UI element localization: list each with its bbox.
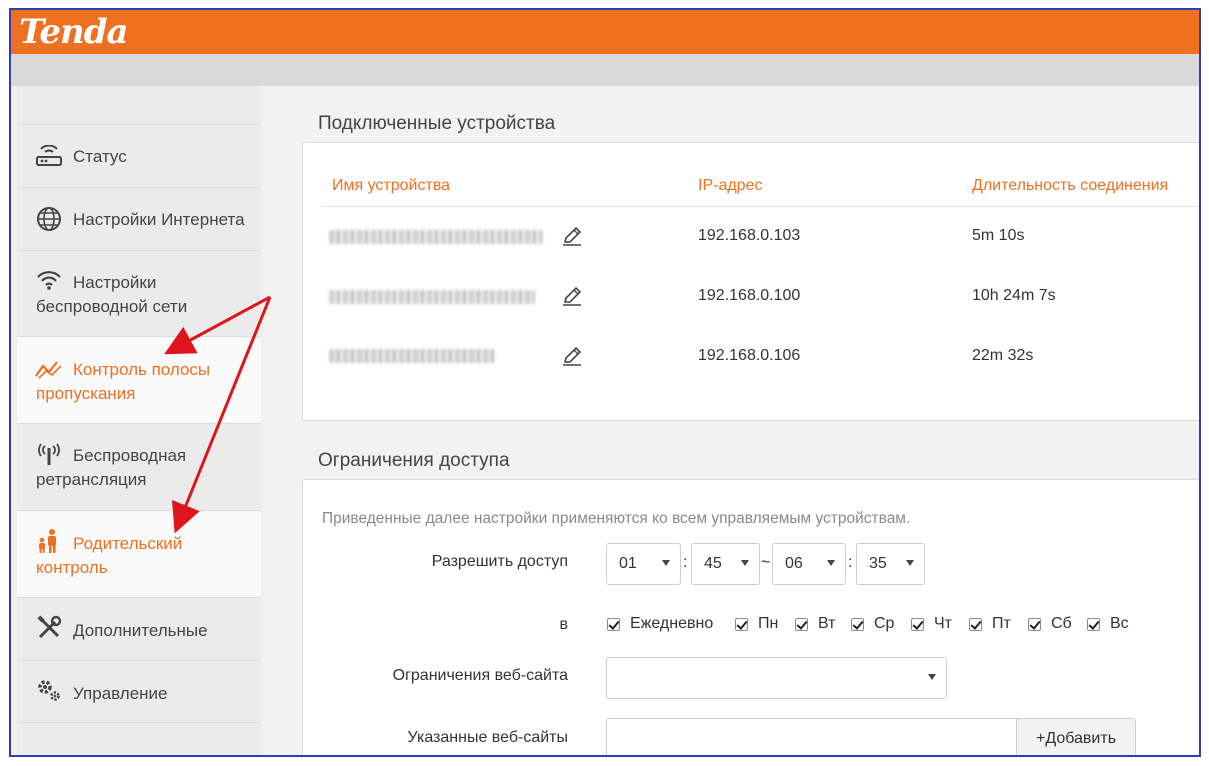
chevron-down-icon — [928, 674, 936, 680]
settings-note: Приведенные далее настройки применяются … — [322, 510, 911, 527]
checkbox-checked — [851, 617, 864, 631]
checkbox-checked — [969, 617, 982, 631]
checkbox-mon[interactable]: Пн — [735, 615, 778, 633]
end-hour-select[interactable]: 06 — [772, 543, 846, 585]
sidebar-item-label: Дополнительные — [73, 621, 208, 640]
checkbox-daily[interactable]: Ежедневно — [607, 615, 713, 633]
connected-devices-title: Подключенные устройства — [318, 113, 556, 134]
checkbox-checked — [795, 617, 808, 631]
checkbox-checked — [607, 617, 620, 631]
start-minute-select[interactable]: 45 — [691, 543, 760, 585]
start-hour-select[interactable]: 01 — [606, 543, 681, 585]
table-header-divider — [321, 206, 1199, 207]
chevron-down-icon — [827, 560, 835, 566]
sidebar-item-label: Управление — [73, 684, 168, 703]
add-website-button[interactable]: +Добавить — [1017, 718, 1136, 755]
sidebar-item-label: Настройки — [73, 273, 157, 292]
specified-websites-label: Указанные веб-сайты — [407, 729, 568, 746]
sidebar-item-internet[interactable]: Настройки Интернета — [17, 187, 261, 250]
checkbox-tue[interactable]: Вт — [795, 615, 835, 633]
days-label: в — [559, 616, 569, 633]
checkbox-checked — [1087, 617, 1100, 631]
sidebar-item-label: Статус — [73, 147, 127, 166]
device-name-blurred — [329, 230, 543, 244]
sidebar-item-parental-control[interactable]: Родительский контроль — [17, 510, 261, 597]
access-restrictions-title: Ограничения доступа — [318, 450, 510, 471]
router-admin-window: Tenda Статус Настройки Интернета Настрой… — [9, 8, 1201, 757]
sidebar-item-advanced[interactable]: Дополнительные — [17, 597, 261, 660]
checkbox-wed[interactable]: Ср — [851, 615, 894, 633]
time-range-separator: ~ — [761, 554, 771, 571]
device-name-blurred — [329, 349, 495, 363]
time-colon: : — [848, 554, 853, 571]
checkbox-checked — [735, 617, 748, 631]
device-duration: 5m 10s — [972, 227, 1025, 244]
sidebar-item-label-line2: контроль — [36, 558, 108, 577]
sidebar-item-label: Настройки Интернета — [73, 210, 245, 229]
checkbox-thu[interactable]: Чт — [911, 615, 952, 633]
sidebar-item-label: Контроль полосы — [73, 360, 211, 379]
checkbox-sat[interactable]: Сб — [1028, 615, 1072, 633]
main-content: Подключенные устройства Имя устройства I… — [263, 86, 1199, 755]
sidebar-item-bandwidth-control[interactable]: Контроль полосы пропускания — [17, 336, 261, 423]
sidebar-item-label: Беспроводная — [73, 446, 187, 465]
column-header-ip: IP-адрес — [698, 177, 763, 194]
sidebar: Статус Настройки Интернета Настройки бесп… — [17, 86, 261, 755]
end-minute-select[interactable]: 35 — [856, 543, 925, 585]
website-input[interactable] — [606, 718, 1017, 755]
website-restriction-label: Ограничения веб-сайта — [392, 667, 568, 684]
sidebar-item-management[interactable]: Управление — [17, 660, 261, 723]
sidebar-item-label-line2: пропускания — [36, 384, 136, 403]
device-name-blurred — [329, 290, 535, 304]
website-restriction-select[interactable] — [606, 657, 947, 699]
edit-pencil-icon[interactable] — [561, 345, 583, 367]
chevron-down-icon — [906, 560, 914, 566]
header-bar: Tenda — [11, 10, 1199, 54]
device-ip: 192.168.0.100 — [698, 287, 801, 304]
sidebar-item-status[interactable]: Статус — [17, 124, 261, 187]
sidebar-item-label: Родительский — [73, 534, 183, 553]
connected-devices-card: Имя устройства IP-адрес Длительность сое… — [302, 142, 1199, 421]
sidebar-item-wireless-repeating[interactable]: Беспроводная ретрансляция — [17, 423, 261, 510]
time-colon: : — [683, 554, 688, 571]
edit-pencil-icon[interactable] — [561, 225, 583, 247]
column-header-duration: Длительность соединения — [972, 177, 1169, 194]
checkbox-sun[interactable]: Вс — [1087, 615, 1129, 633]
sidebar-item-wireless[interactable]: Настройки беспроводной сети — [17, 250, 261, 336]
chevron-down-icon — [741, 560, 749, 566]
checkbox-fri[interactable]: Пт — [969, 615, 1011, 633]
column-header-device-name: Имя устройства — [332, 177, 451, 194]
edit-pencil-icon[interactable] — [561, 285, 583, 307]
sub-header-bar — [11, 54, 1199, 86]
tenda-logo: Tenda — [19, 12, 129, 52]
sidebar-item-label-line2: беспроводной сети — [36, 297, 188, 316]
access-restrictions-card: Приведенные далее настройки применяются … — [302, 479, 1199, 755]
allow-access-label: Разрешить доступ — [431, 553, 568, 570]
device-ip: 192.168.0.103 — [698, 227, 801, 244]
chevron-down-icon — [662, 560, 670, 566]
device-duration: 10h 24m 7s — [972, 287, 1056, 304]
sidebar-item-label-line2: ретрансляция — [36, 470, 147, 489]
device-duration: 22m 32s — [972, 347, 1034, 364]
checkbox-checked — [911, 617, 924, 631]
checkbox-checked — [1028, 617, 1041, 631]
device-ip: 192.168.0.106 — [698, 347, 801, 364]
